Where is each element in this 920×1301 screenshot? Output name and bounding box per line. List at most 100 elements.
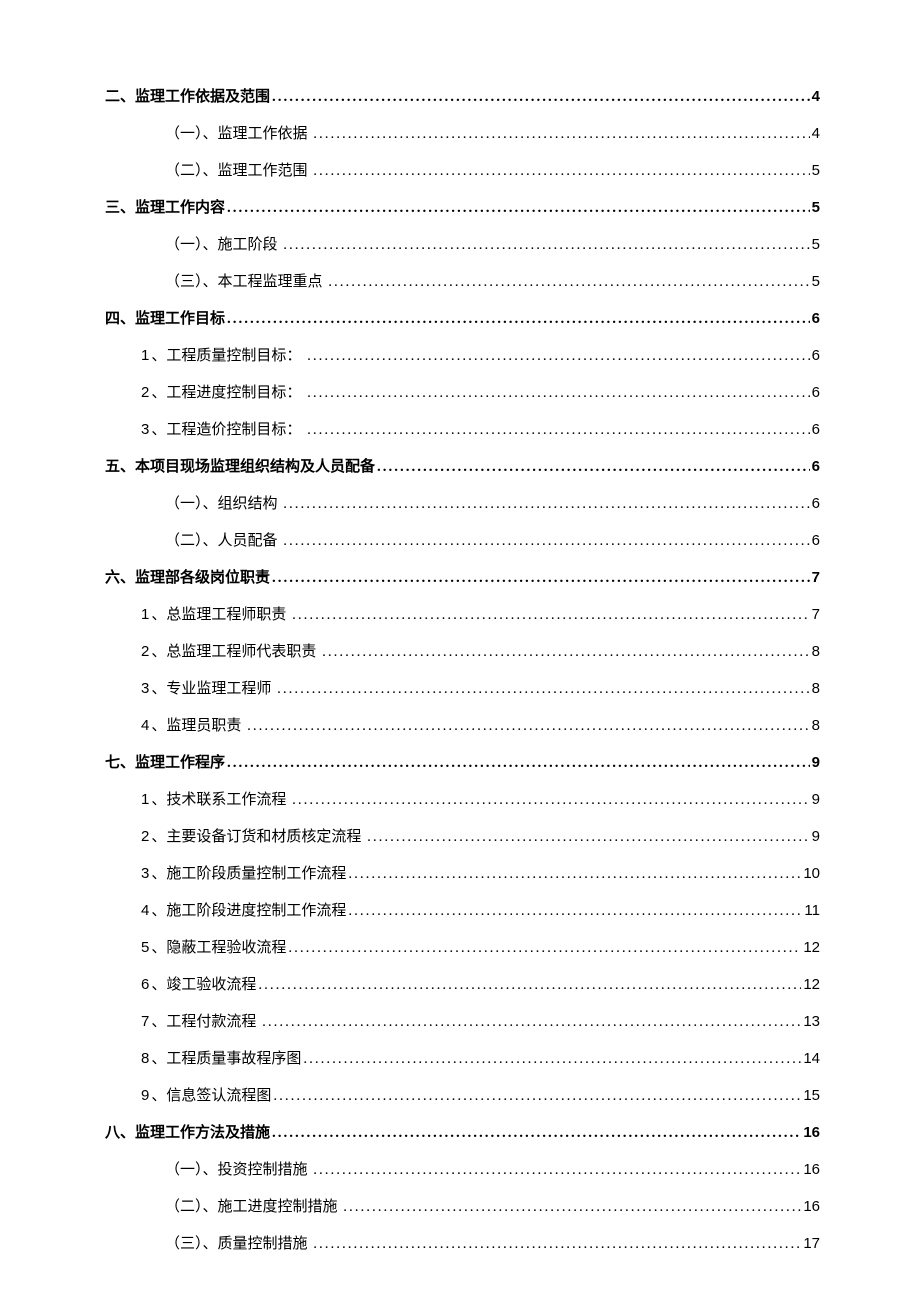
toc-entry-page: 12: [803, 976, 820, 993]
toc-leader-dots: [313, 163, 809, 180]
toc-entry: 4、监理员职责 8: [105, 714, 820, 735]
toc-leader-dots: [322, 644, 810, 661]
toc-entry-title: （一）、投资控制措施: [165, 1158, 311, 1179]
toc-leader-dots: [227, 200, 810, 217]
toc-entry: 八、监理工作方法及措施16: [105, 1121, 820, 1142]
toc-entry-title: 1、技术联系工作流程: [141, 788, 290, 809]
toc-entry-page: 5: [812, 236, 820, 253]
toc-entry: 9、信息签认流程图15: [105, 1084, 820, 1105]
toc-leader-dots: [292, 607, 810, 624]
toc-entry-page: 7: [812, 569, 820, 586]
toc-entry-title: 7、工程付款流程: [141, 1010, 260, 1031]
toc-leader-dots: [227, 755, 810, 772]
toc-entry-page: 4: [812, 88, 820, 105]
toc-entry: 3、工程造价控制目标： 6: [105, 418, 820, 439]
toc-entry: 六、监理部各级岗位职责 7: [105, 566, 820, 587]
toc-leader-dots: [348, 866, 801, 883]
toc-entry-title: 3、工程造价控制目标：: [141, 418, 305, 439]
toc-entry-page: 9: [812, 828, 820, 845]
toc-entry-number: 3: [141, 680, 149, 697]
toc-leader-dots: [307, 348, 810, 365]
toc-entry: 五、本项目现场监理组织结构及人员配备6: [105, 455, 820, 476]
toc-entry: 5、隐蔽工程验收流程 12: [105, 936, 820, 957]
toc-entry-page: 5: [812, 199, 820, 216]
toc-leader-dots: [288, 940, 801, 957]
toc-entry-title: 1、总监理工程师职责: [141, 603, 290, 624]
toc-entry-number: 5: [141, 939, 149, 956]
toc-entry: （二）、施工进度控制措施 16: [105, 1195, 820, 1216]
toc-entry-title: 2、总监理工程师代表职责: [141, 640, 320, 661]
toc-entry-title: 1、工程质量控制目标：: [141, 344, 305, 365]
toc-entry: 8、工程质量事故程序图14: [105, 1047, 820, 1068]
toc-entry-number: 4: [141, 717, 149, 734]
toc-entry-page: 13: [803, 1013, 820, 1030]
toc-entry: 四、监理工作目标6: [105, 307, 820, 328]
toc-leader-dots: [348, 903, 802, 920]
toc-entry-page: 12: [803, 939, 820, 956]
toc-entry-page: 5: [812, 273, 820, 290]
toc-entry-page: 5: [812, 162, 820, 179]
toc-entry-page: 8: [812, 643, 820, 660]
toc-entry-title: 2、工程进度控制目标：: [141, 381, 305, 402]
toc-entry-number: 3: [141, 421, 149, 438]
toc-leader-dots: [272, 1125, 801, 1142]
toc-entry-page: 15: [803, 1087, 820, 1104]
toc-leader-dots: [367, 829, 810, 846]
toc-entry: 3、专业监理工程师 8: [105, 677, 820, 698]
toc-entry-page: 8: [812, 717, 820, 734]
toc-entry-title: （一）、施工阶段: [165, 233, 281, 254]
toc-entry-page: 6: [812, 532, 820, 549]
toc-leader-dots: [283, 533, 809, 550]
toc-entry-title: 七、监理工作程序: [105, 751, 225, 772]
toc-entry-title: 八、监理工作方法及措施: [105, 1121, 270, 1142]
toc-leader-dots: [258, 977, 801, 994]
toc-entry-number: 2: [141, 643, 149, 660]
toc-entry-page: 16: [803, 1161, 820, 1178]
toc-entry-page: 6: [812, 347, 820, 364]
toc-entry-title: （二）、监理工作范围: [165, 159, 311, 180]
toc-entry-title: 2、主要设备订货和材质核定流程: [141, 825, 365, 846]
toc-leader-dots: [277, 681, 810, 698]
toc-entry: 二、监理工作依据及范围 4: [105, 85, 820, 106]
toc-entry: 1、工程质量控制目标： 6: [105, 344, 820, 365]
toc-leader-dots: [272, 89, 810, 106]
toc-entry-page: 4: [812, 125, 820, 142]
toc-leader-dots: [313, 126, 809, 143]
toc-entry-page: 6: [812, 495, 820, 512]
toc-entry-title: （一）、监理工作依据: [165, 122, 311, 143]
toc-leader-dots: [328, 274, 809, 291]
toc-entry: 1、技术联系工作流程 9: [105, 788, 820, 809]
toc-entry: （一）、投资控制措施 16: [105, 1158, 820, 1179]
toc-leader-dots: [307, 422, 810, 439]
toc-entry-number: 4: [141, 902, 149, 919]
toc-entry: 7、工程付款流程 13: [105, 1010, 820, 1031]
toc-entry-number: 1: [141, 606, 149, 623]
toc-entry-title: 8、工程质量事故程序图: [141, 1047, 301, 1068]
toc-entry: （二）、监理工作范围 5: [105, 159, 820, 180]
toc-entry: （二）、人员配备 6: [105, 529, 820, 550]
toc-entry-number: 2: [141, 384, 149, 401]
toc-entry-number: 1: [141, 791, 149, 808]
toc-entry-page: 11: [804, 902, 820, 919]
toc-leader-dots: [303, 1051, 801, 1068]
toc-entry-number: 8: [141, 1050, 149, 1067]
toc-entry: 4、施工阶段进度控制工作流程11: [105, 899, 820, 920]
toc-leader-dots: [272, 570, 810, 587]
toc-entry-title: （三）、本工程监理重点: [165, 270, 326, 291]
toc-entry-number: 6: [141, 976, 149, 993]
toc-entry-title: 六、监理部各级岗位职责: [105, 566, 270, 587]
toc-entry-page: 9: [812, 754, 820, 771]
toc-leader-dots: [283, 496, 809, 513]
toc-entry: 2、主要设备订货和材质核定流程 9: [105, 825, 820, 846]
toc-entry-page: 6: [812, 421, 820, 438]
toc-entry-title: 二、监理工作依据及范围: [105, 85, 270, 106]
toc-entry-number: 3: [141, 865, 149, 882]
toc-entry: 3、施工阶段质量控制工作流程10: [105, 862, 820, 883]
toc-entry-page: 16: [803, 1198, 820, 1215]
toc-entry-title: 5、隐蔽工程验收流程: [141, 936, 286, 957]
toc-entry-title: （一）、组织结构: [165, 492, 281, 513]
toc-entry-page: 9: [812, 791, 820, 808]
toc-entry-page: 6: [812, 384, 820, 401]
toc-entry: （三）、质量控制措施 17: [105, 1232, 820, 1253]
toc-entry: （一）、监理工作依据 4: [105, 122, 820, 143]
